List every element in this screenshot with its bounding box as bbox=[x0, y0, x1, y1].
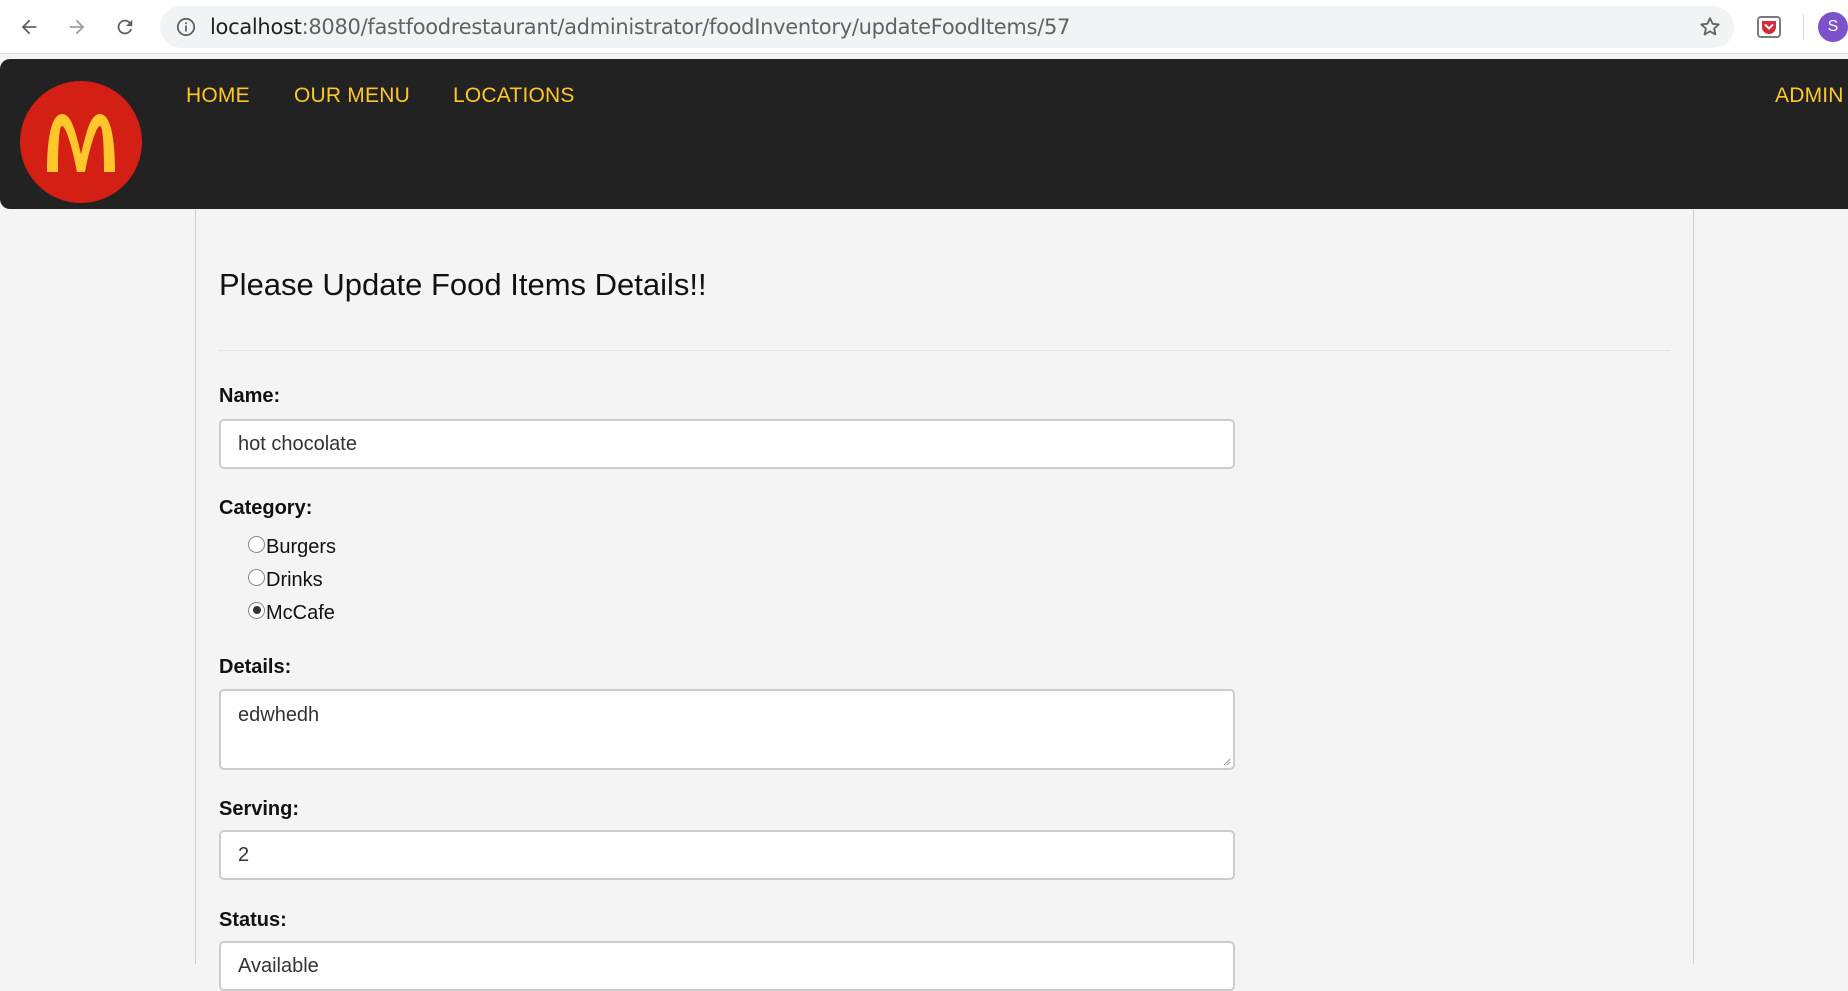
form-panel: Please Update Food Items Details!! Name:… bbox=[195, 209, 1694, 991]
profile-avatar[interactable]: S bbox=[1818, 12, 1848, 42]
pocket-extension-icon[interactable] bbox=[1756, 14, 1782, 40]
nav-locations-link[interactable]: LOCATIONS bbox=[453, 84, 575, 108]
address-bar[interactable]: localhost:8080/fastfoodrestaurant/admini… bbox=[160, 6, 1734, 48]
status-label: Status: bbox=[219, 909, 287, 931]
back-arrow-icon bbox=[21, 19, 37, 35]
arches-icon bbox=[47, 114, 115, 172]
details-textarea[interactable]: edwhedh bbox=[219, 689, 1235, 770]
reload-icon bbox=[117, 19, 133, 35]
info-icon[interactable] bbox=[176, 17, 196, 37]
radio-button[interactable] bbox=[248, 535, 265, 553]
url-path: :8080/fastfoodrestaurant/administrator/f… bbox=[301, 15, 1071, 39]
bookmark-star-icon[interactable] bbox=[1698, 15, 1722, 39]
radio-button-checked[interactable] bbox=[248, 601, 265, 619]
nav-our-menu-link[interactable]: OUR MENU bbox=[294, 84, 410, 108]
status-select[interactable]: Available bbox=[219, 941, 1235, 991]
site-navbar bbox=[0, 59, 1848, 209]
category-option-label: Drinks bbox=[266, 568, 323, 591]
category-option-mccafe[interactable]: McCafe bbox=[248, 599, 335, 627]
category-label: Category: bbox=[219, 497, 313, 519]
details-text: edwhedh bbox=[238, 704, 320, 726]
category-option-drinks[interactable]: Drinks bbox=[248, 566, 323, 594]
forward-arrow-icon bbox=[69, 19, 85, 35]
category-option-burgers[interactable]: Burgers bbox=[248, 533, 336, 561]
title-divider bbox=[219, 350, 1671, 351]
details-label: Details: bbox=[219, 656, 292, 678]
name-label: Name: bbox=[219, 385, 281, 407]
url-text[interactable]: localhost:8080/fastfoodrestaurant/admini… bbox=[210, 6, 1070, 48]
reload-button[interactable] bbox=[108, 10, 142, 44]
golden-arches-logo-icon[interactable] bbox=[20, 81, 142, 203]
category-option-label: Burgers bbox=[266, 535, 337, 558]
browser-toolbar: localhost:8080/fastfoodrestaurant/admini… bbox=[0, 0, 1848, 54]
toolbar-divider bbox=[1803, 14, 1804, 40]
name-input[interactable]: hot chocolate bbox=[219, 419, 1235, 469]
forward-button[interactable] bbox=[60, 10, 94, 44]
nav-admin-link[interactable]: ADMIN bbox=[1775, 84, 1844, 108]
radio-button[interactable] bbox=[248, 568, 265, 586]
back-button[interactable] bbox=[12, 10, 46, 44]
resize-handle-icon[interactable] bbox=[1221, 756, 1231, 766]
serving-label: Serving: bbox=[219, 798, 300, 820]
page-title: Please Update Food Items Details!! bbox=[219, 267, 707, 302]
nav-home-link[interactable]: HOME bbox=[186, 84, 250, 108]
serving-input[interactable]: 2 bbox=[219, 830, 1235, 880]
category-option-label: McCafe bbox=[266, 601, 335, 624]
url-host: localhost bbox=[210, 15, 302, 39]
